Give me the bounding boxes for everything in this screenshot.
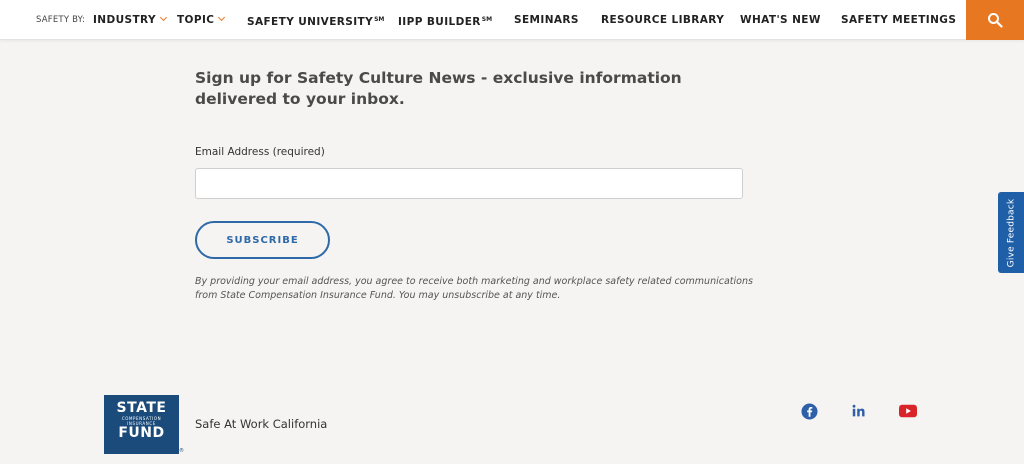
feedback-label: Give Feedback <box>1006 198 1017 267</box>
linkedin-icon <box>852 404 865 417</box>
disclaimer-text: By providing your email address, you agr… <box>195 276 753 301</box>
give-feedback-tab[interactable]: Give Feedback <box>998 192 1024 273</box>
nav-item-label: INDUSTRY <box>93 14 156 26</box>
registered-mark: ® <box>179 448 184 454</box>
chevron-down-icon <box>218 13 226 22</box>
signup-headline: Sign up for Safety Culture News - exclus… <box>195 69 682 108</box>
logo-state-text: STATE <box>116 400 167 416</box>
state-fund-logo[interactable]: STATE COMPENSATION INSURANCE FUND <box>104 395 179 454</box>
nav-item-safety-meetings[interactable]: SAFETY MEETINGS <box>841 0 956 40</box>
nav-item-whats-new[interactable]: WHAT'S NEW <box>740 0 821 40</box>
nav-item-label: IIPP BUILDER <box>398 16 481 28</box>
linkedin-link[interactable] <box>850 402 868 420</box>
nav-item-seminars[interactable]: SEMINARS <box>514 0 579 40</box>
nav-item-label: WHAT'S NEW <box>740 14 821 26</box>
youtube-link[interactable] <box>899 402 917 420</box>
email-field[interactable] <box>195 168 743 199</box>
subscribe-button[interactable]: SUBSCRIBE <box>195 221 330 259</box>
service-mark: SM <box>374 16 385 23</box>
nav-item-label: TOPIC <box>177 14 215 26</box>
footer-tagline: Safe At Work California <box>195 417 328 431</box>
safety-by-label: SAFETY BY: <box>36 15 86 25</box>
nav-item-industry[interactable]: INDUSTRY <box>93 0 168 40</box>
search-icon <box>988 13 1003 28</box>
nav-item-topic[interactable]: TOPIC <box>177 0 226 40</box>
nav-item-label: SAFETY UNIVERSITY <box>247 16 374 28</box>
email-label: Email Address (required) <box>195 146 325 158</box>
chevron-down-icon <box>159 13 168 22</box>
nav-item-iipp-builder[interactable]: IIPP BUILDERSM <box>398 0 492 40</box>
nav-item-label: RESOURCE LIBRARY <box>601 14 725 26</box>
youtube-icon <box>899 404 917 418</box>
search-button[interactable] <box>966 0 1024 40</box>
logo-fund-text: FUND <box>118 425 165 441</box>
facebook-link[interactable] <box>800 402 818 420</box>
nav-item-safety-university[interactable]: SAFETY UNIVERSITYSM <box>247 0 384 40</box>
service-mark: SM <box>481 16 493 23</box>
top-navigation: SAFETY BY: INDUSTRY TOPIC SAFETY UNIVERS… <box>0 0 1024 40</box>
facebook-icon <box>800 402 818 420</box>
nav-item-label: SEMINARS <box>514 14 579 26</box>
nav-item-resource-library[interactable]: RESOURCE LIBRARY <box>601 0 724 40</box>
nav-item-label: SAFETY MEETINGS <box>841 14 957 26</box>
